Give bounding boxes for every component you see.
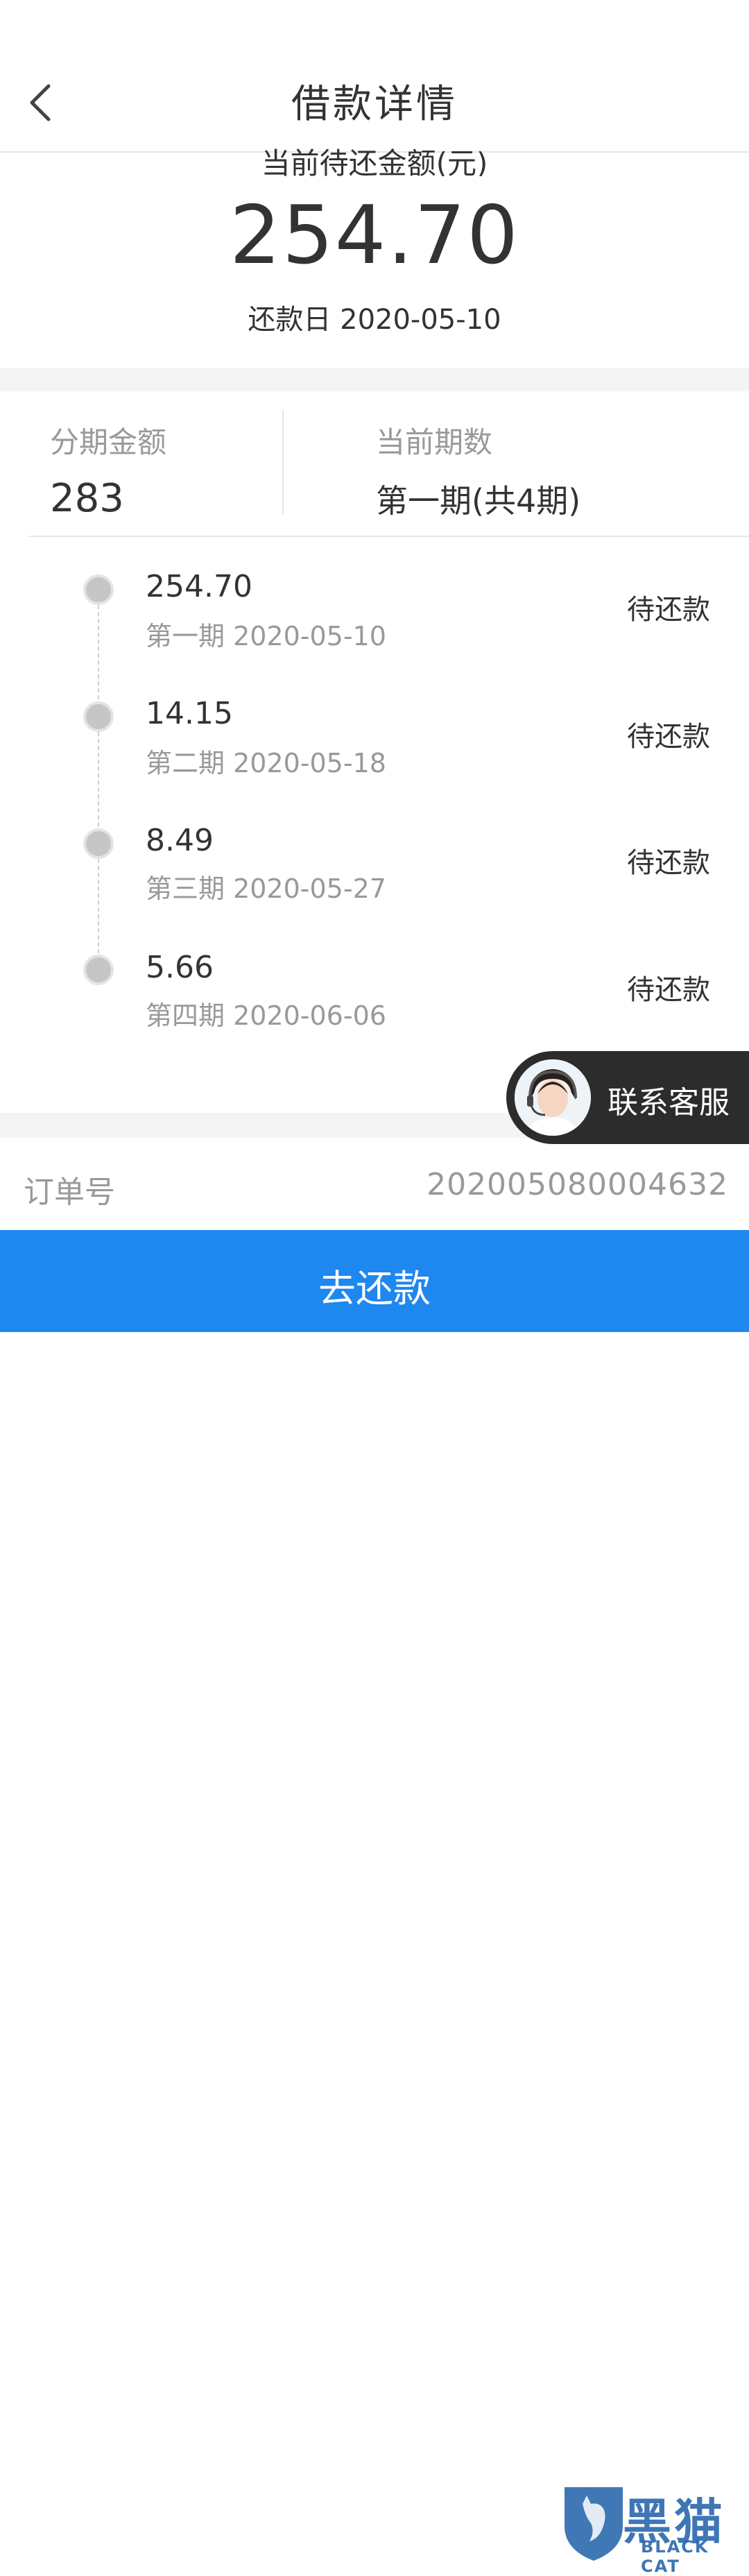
service-agent-avatar — [515, 1059, 591, 1136]
info-divider — [282, 409, 284, 515]
schedule-status: 待还款 — [627, 974, 710, 1006]
repay-button-label: 去还款 — [318, 1267, 431, 1311]
contact-service-label: 联系客服 — [608, 1085, 730, 1120]
timeline-dot-icon — [83, 828, 114, 859]
schedule-period-date: 第三期 2020-05-27 — [146, 873, 386, 904]
schedule-status: 待还款 — [627, 847, 710, 879]
schedule-period-date: 第一期 2020-05-10 — [146, 621, 386, 651]
order-number-label: 订单号 — [24, 1175, 115, 1210]
timeline-connector — [98, 605, 99, 699]
contact-service-button[interactable]: 联系客服 — [506, 1051, 749, 1144]
nav-bar: 借款详情 — [0, 0, 749, 153]
pending-amount: 254.70 — [230, 189, 519, 282]
schedule-amount: 254.70 — [146, 569, 252, 604]
schedule-period-date: 第二期 2020-05-18 — [146, 748, 386, 778]
timeline-connector — [98, 859, 99, 953]
repay-button[interactable]: 去还款 黑猫 BLACK CAT — [0, 1230, 749, 2576]
divider — [29, 536, 749, 537]
due-date: 还款日 2020-05-10 — [248, 304, 501, 336]
watermark-subtext: BLACK CAT — [641, 2537, 709, 2576]
page-title: 借款详情 — [291, 82, 458, 127]
schedule-status: 待还款 — [627, 594, 710, 626]
timeline-connector — [98, 732, 99, 826]
timeline-dot-icon — [83, 955, 114, 985]
schedule-status: 待还款 — [627, 721, 710, 753]
cat-shield-icon — [565, 2487, 623, 2561]
current-period-value: 第一期(共4期) — [376, 482, 581, 520]
timeline-dot-icon — [83, 574, 114, 605]
schedule-amount: 14.15 — [146, 696, 233, 731]
timeline-dot-icon — [83, 701, 114, 732]
schedule-period-date: 第四期 2020-06-06 — [146, 1000, 386, 1031]
order-number: 202005080004632 — [427, 1167, 728, 1202]
schedule-amount: 8.49 — [146, 823, 214, 858]
black-cat-watermark: 黑猫 BLACK CAT — [559, 2483, 749, 2576]
schedule-amount: 5.66 — [146, 950, 214, 985]
section-gap — [0, 368, 749, 391]
current-period-label: 当前期数 — [376, 425, 493, 459]
pending-amount-label: 当前待还金额(元) — [261, 146, 488, 176]
installment-amount-value: 283 — [50, 476, 124, 521]
installment-amount-label: 分期金额 — [50, 425, 167, 459]
